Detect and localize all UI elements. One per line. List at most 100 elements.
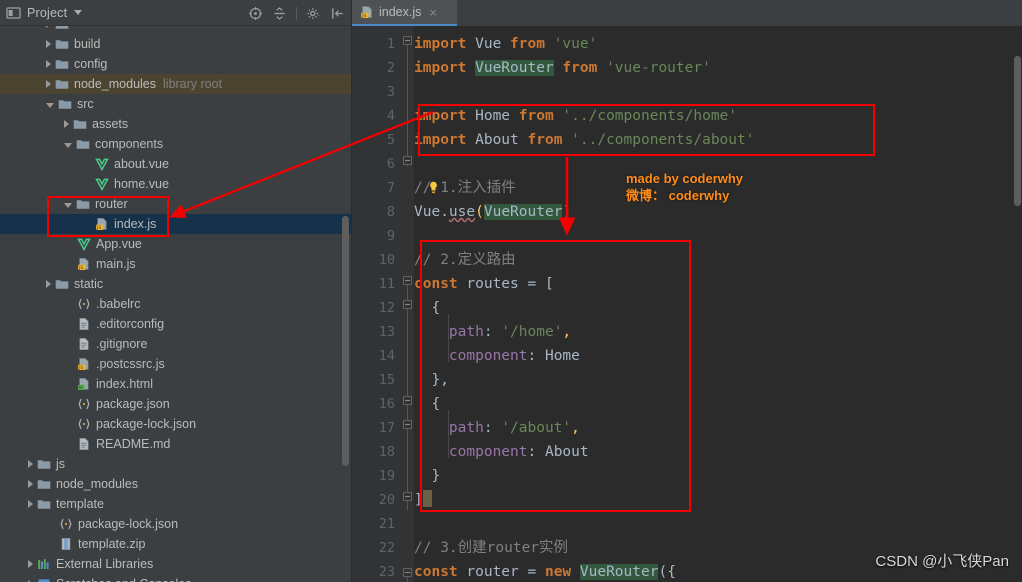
code-folding-strip[interactable] — [401, 26, 414, 582]
tree-item-babelrc[interactable]: .babelrc — [0, 294, 351, 314]
chevron-right-icon[interactable] — [46, 60, 51, 68]
chevron-right-icon[interactable] — [28, 560, 33, 568]
tree-item-components[interactable]: components — [0, 134, 351, 154]
tree-item-router[interactable]: router — [0, 194, 351, 214]
line-number: 5 — [386, 132, 395, 148]
tree-item-config[interactable]: config — [0, 54, 351, 74]
tree-item-app-vue[interactable]: App.vue — [0, 234, 351, 254]
tree-item-label: .gitignore — [96, 337, 148, 351]
tree-item-node-modules[interactable]: node_modules library root — [0, 74, 351, 94]
locate-icon[interactable] — [248, 6, 263, 21]
tree-item-main-js[interactable]: JS main.js — [0, 254, 351, 274]
code-token: Vue. — [414, 204, 449, 220]
chevron-right-icon[interactable] — [46, 280, 51, 288]
tree-item-about-vue[interactable]: about.vue — [0, 154, 351, 174]
code-line[interactable]: path: '/home', — [414, 320, 571, 344]
code-line[interactable]: }, — [414, 368, 448, 392]
chevron-right-icon[interactable] — [64, 120, 69, 128]
code-content[interactable]: import Vue from 'vue' import VueRouter fr… — [414, 26, 1022, 582]
tree-item-external-libraries[interactable]: External Libraries — [0, 554, 351, 574]
code-line[interactable]: const router = new VueRouter({ — [414, 560, 676, 582]
tree-item-label: .babelrc — [96, 297, 141, 311]
close-icon[interactable]: × — [429, 6, 437, 19]
chevron-right-icon[interactable] — [28, 480, 33, 488]
text-caret — [422, 490, 432, 507]
chevron-right-icon[interactable] — [46, 40, 51, 48]
line-number: 9 — [386, 228, 395, 244]
tree-item-clipped[interactable] — [0, 26, 351, 34]
code-line[interactable]: } — [414, 464, 440, 488]
tree-item-readme-md[interactable]: README.md — [0, 434, 351, 454]
tree-item-package-lock-json[interactable]: package-lock.json — [0, 414, 351, 434]
code-line[interactable]: component: Home — [414, 344, 580, 368]
code-line[interactable]: path: '/about', — [414, 416, 580, 440]
folder-icon — [37, 500, 51, 509]
line-number: 1 — [386, 36, 395, 52]
tree-item-gitignore[interactable]: .gitignore — [0, 334, 351, 354]
tree-item-index-html[interactable]: Hindex.html — [0, 374, 351, 394]
code-token: : Home — [527, 348, 580, 364]
js-file-icon: JS — [96, 218, 107, 231]
tree-item-home-vue[interactable]: home.vue — [0, 174, 351, 194]
tree-item-static[interactable]: static — [0, 274, 351, 294]
code-line[interactable]: // 2.定义路由 — [414, 248, 516, 272]
tree-item-label: .editorconfig — [96, 317, 165, 331]
chevron-down-icon[interactable] — [74, 10, 83, 15]
tree-item-package-lock-json[interactable]: package-lock.json — [0, 514, 351, 534]
tree-item-template-zip[interactable]: template.zip — [0, 534, 351, 554]
code-line[interactable]: Vue.use(VueRouter) — [414, 200, 571, 224]
code-line[interactable]: import Home from '../components/home' — [414, 104, 737, 128]
scratches-icon — [38, 579, 50, 582]
code-line[interactable]: ] — [414, 488, 432, 512]
code-line[interactable]: { — [414, 392, 440, 416]
project-tree-scroll[interactable]: build config node_modules library root src as… — [0, 26, 351, 582]
js-file-icon: JS — [361, 6, 372, 19]
chevron-right-icon[interactable] — [28, 460, 33, 468]
project-tree: build config node_modules library root src as… — [0, 26, 351, 582]
tree-item-scratches-and-consoles[interactable]: Scratches and Consoles — [0, 574, 351, 582]
tree-item-editorconfig[interactable]: .editorconfig — [0, 314, 351, 334]
hide-panel-icon[interactable] — [330, 6, 345, 21]
svg-text:JS: JS — [96, 225, 101, 231]
line-number: 14 — [378, 348, 395, 364]
tree-item-build[interactable]: build — [0, 34, 351, 54]
tree-item-label: src — [77, 97, 94, 111]
code-editor[interactable]: 1 2 3 4 5 6 7 8 9 10 11 12 13 14 15 16 17 18 19 20 21 22 23 im… — [352, 26, 1022, 582]
code-line[interactable]: component: About — [414, 440, 589, 464]
tree-item-template[interactable]: template — [0, 494, 351, 514]
tree-item-postcssrc-js[interactable]: JS .postcssrc.js — [0, 354, 351, 374]
line-number: 8 — [386, 204, 395, 220]
tree-item-node-modules[interactable]: node_modules — [0, 474, 351, 494]
line-number: 13 — [378, 324, 395, 340]
chevron-right-icon[interactable] — [28, 500, 33, 508]
tree-item-js[interactable]: js — [0, 454, 351, 474]
chevron-down-icon[interactable] — [64, 142, 72, 148]
editor-scrollbar[interactable] — [1014, 56, 1021, 206]
tree-item-assets[interactable]: assets — [0, 114, 351, 134]
tree-item-index-js[interactable]: JS index.js — [0, 214, 351, 234]
chevron-down-icon[interactable] — [64, 202, 72, 208]
line-number: 3 — [386, 84, 395, 100]
tree-item-package-json[interactable]: package.json — [0, 394, 351, 414]
chevron-right-icon[interactable] — [46, 26, 51, 28]
code-line[interactable]: import About from '../components/about' — [414, 128, 754, 152]
folder-icon — [58, 100, 72, 109]
chevron-right-icon[interactable] — [46, 80, 51, 88]
code-line[interactable]: import VueRouter from 'vue-router' — [414, 56, 711, 80]
code-line[interactable]: const routes = [ — [414, 272, 554, 296]
intention-bulb-icon[interactable] — [428, 181, 439, 194]
tab-index-js[interactable]: JS index.js × — [352, 0, 457, 26]
gear-icon[interactable] — [306, 6, 321, 21]
code-token: VueRouter — [483, 204, 563, 220]
collapse-all-icon[interactable] — [272, 6, 287, 21]
tree-item-label: node_modules — [56, 477, 139, 491]
project-tree-scrollbar[interactable] — [342, 216, 349, 466]
code-line[interactable]: // 3.创建router实例 — [414, 536, 568, 560]
tree-item-src[interactable]: src — [0, 94, 351, 114]
chevron-down-icon[interactable] — [46, 102, 54, 108]
code-line[interactable]: import Vue from 'vue' — [414, 32, 597, 56]
code-line[interactable]: { — [414, 296, 440, 320]
js-file-icon: JS — [78, 358, 89, 371]
project-panel-title: Project — [27, 5, 68, 20]
code-token: '/home' — [501, 324, 563, 340]
